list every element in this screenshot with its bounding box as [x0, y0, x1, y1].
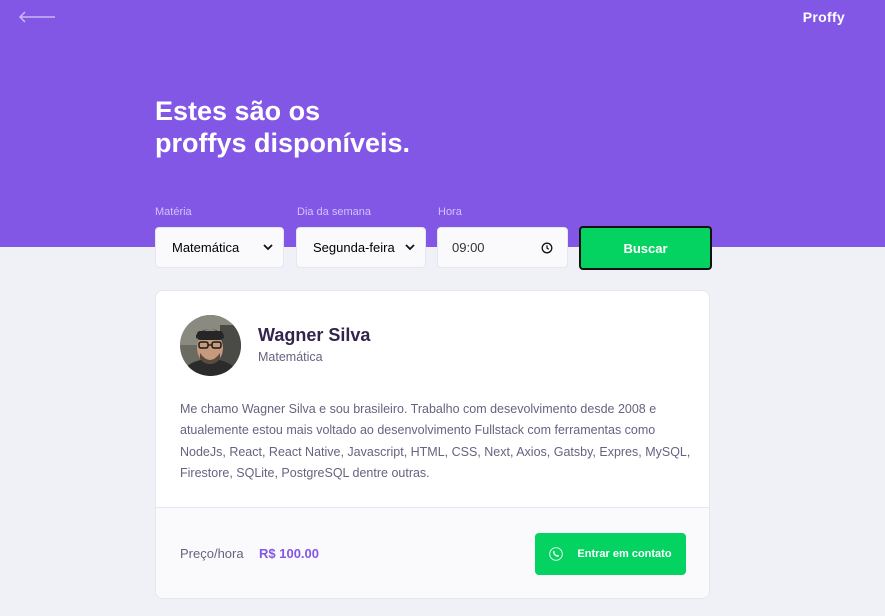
contact-button-label: Entrar em contato — [577, 548, 672, 560]
time-input[interactable]: 09:00 — [437, 227, 568, 268]
page-header: Proffy Estes são os proffys disponíveis.… — [0, 0, 885, 247]
price-label: Preço/hora — [180, 546, 244, 561]
arrow-left-icon — [18, 11, 55, 23]
teacher-bio: Me chamo Wagner Silva e sou brasileiro. … — [180, 402, 691, 480]
teacher-subject: Matemática — [258, 350, 323, 364]
search-button[interactable]: Buscar — [579, 226, 712, 270]
chevron-down-icon — [405, 244, 415, 251]
contact-button[interactable]: Entrar em contato — [535, 533, 686, 575]
clock-icon[interactable] — [541, 242, 553, 254]
page-title-line1: Estes são os — [155, 96, 321, 126]
page-title: Estes são os proffys disponíveis. — [155, 95, 410, 159]
weekday-label: Dia da semana — [297, 206, 371, 218]
subject-select[interactable]: Matemática — [155, 227, 284, 268]
time-label: Hora — [438, 206, 462, 218]
page-title-line2: proffys disponíveis. — [155, 128, 411, 158]
subject-select-value: Matemática — [172, 240, 240, 255]
back-button[interactable] — [18, 8, 58, 26]
teacher-name: Wagner Silva — [258, 325, 371, 345]
avatar — [180, 315, 241, 376]
price-value: R$ 100.00 — [259, 546, 319, 561]
whatsapp-icon — [549, 547, 564, 561]
time-input-value: 09:00 — [452, 240, 485, 255]
weekday-select-value: Segunda-feira — [313, 240, 395, 255]
logo: Proffy — [802, 9, 845, 25]
chevron-down-icon — [263, 244, 273, 251]
card-footer: Preço/hora R$ 100.00 Entrar em contato — [156, 507, 709, 598]
subject-label: Matéria — [155, 206, 192, 218]
teacher-card: Wagner Silva Matemática Me chamo Wagner … — [155, 290, 710, 599]
weekday-select[interactable]: Segunda-feira — [296, 227, 426, 268]
